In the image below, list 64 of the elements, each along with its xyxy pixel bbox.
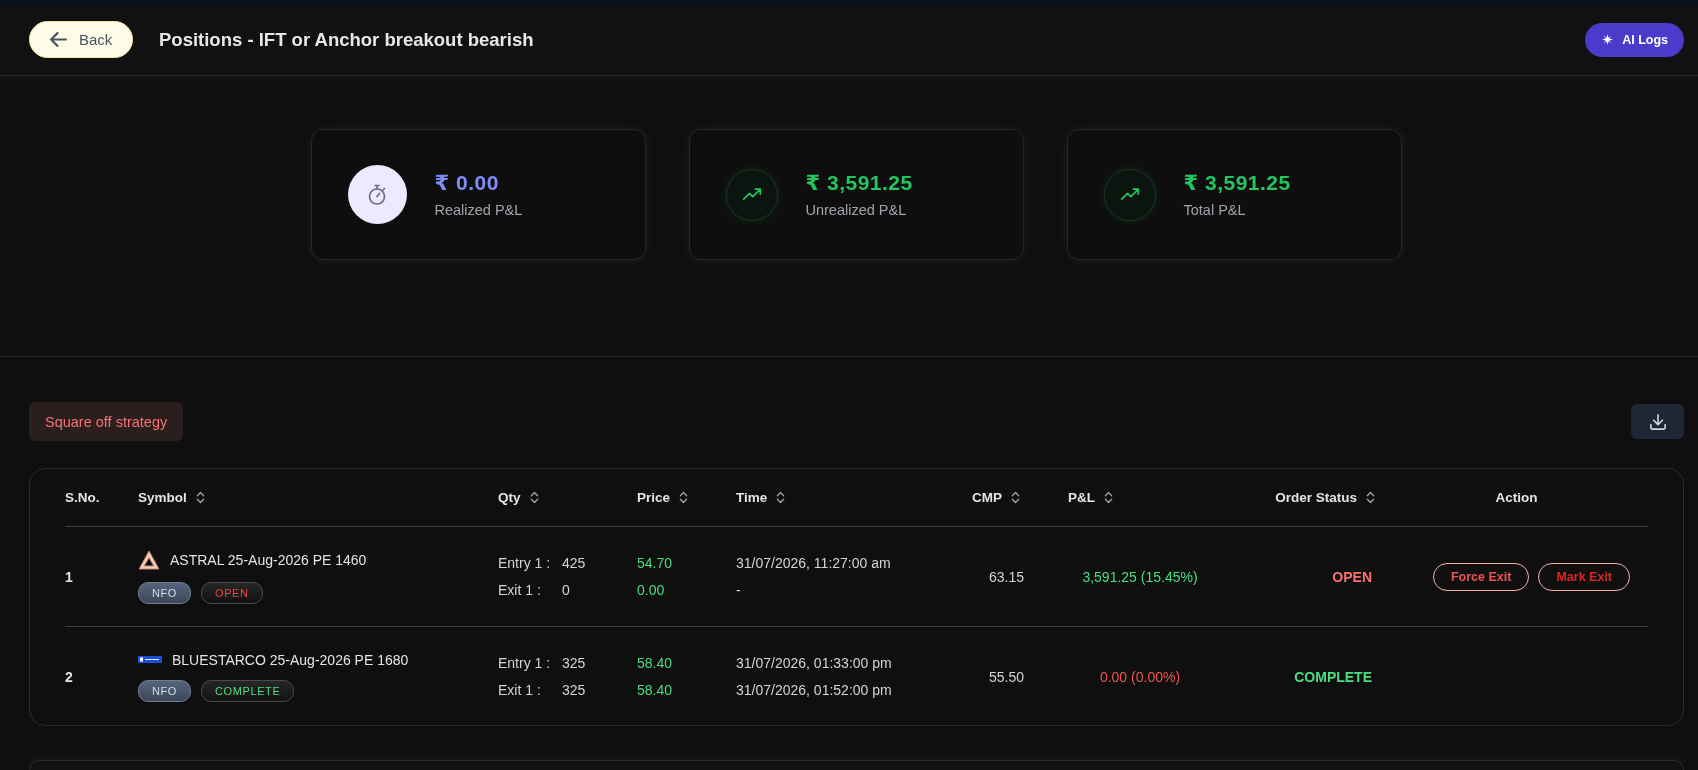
column-header[interactable]: Time bbox=[736, 490, 786, 505]
arrow-left-icon bbox=[50, 32, 67, 47]
square-off-button[interactable]: Square off strategy bbox=[29, 402, 184, 441]
column-header[interactable]: Price bbox=[637, 490, 689, 505]
time-value: 31/07/2026, 11:27:00 am bbox=[736, 554, 891, 573]
page-title: Positions - IFT or Anchor breakout bearish bbox=[159, 28, 534, 51]
symbol-name: BLUESTARCO 25-Aug-2026 PE 1680 bbox=[172, 651, 409, 668]
row-number: 1 bbox=[65, 568, 73, 585]
leg-label: Exit 1 : bbox=[498, 582, 542, 598]
price-value: 58.40 bbox=[637, 681, 673, 700]
leg-label: Entry 1 : bbox=[498, 655, 552, 671]
sort-icon bbox=[1366, 491, 1375, 504]
pnl-value: 3,591.25 (15.45%) bbox=[1082, 568, 1198, 585]
quantity-value: 325 bbox=[562, 682, 586, 698]
column-header: Action bbox=[1495, 490, 1538, 505]
cmp-value: 63.15 bbox=[988, 568, 1024, 585]
order-status: COMPLETE bbox=[1294, 668, 1372, 685]
time-value: 31/07/2026, 01:52:00 pm bbox=[736, 681, 892, 700]
sort-icon bbox=[529, 491, 539, 504]
card-label: Unrealized P&L bbox=[805, 202, 907, 218]
logo-icon bbox=[138, 656, 162, 663]
card-label: Realized P&L bbox=[434, 202, 523, 218]
status-badge: COMPLETE bbox=[201, 679, 295, 702]
column-header[interactable]: Symbol bbox=[138, 490, 205, 505]
column-header: S.No. bbox=[65, 490, 100, 505]
ai-logs-button[interactable]: AI Logs bbox=[1585, 22, 1684, 57]
exchange-badge: NFO bbox=[138, 581, 192, 604]
card-label: Total P&L bbox=[1183, 202, 1246, 218]
column-header[interactable]: CMP bbox=[972, 490, 1020, 505]
time-value: 31/07/2026, 01:33:00 pm bbox=[736, 654, 892, 673]
time-value: - bbox=[736, 581, 741, 600]
leg-label: Exit 1 : bbox=[498, 682, 542, 698]
download-button[interactable] bbox=[1631, 404, 1684, 439]
sparkle-icon bbox=[1602, 34, 1614, 45]
row-number: 2 bbox=[65, 668, 73, 685]
order-status: OPEN bbox=[1332, 568, 1372, 585]
quantity-value: 0 bbox=[562, 582, 570, 598]
pnl-amount: ₹ 3,591.25 bbox=[805, 171, 913, 195]
back-button[interactable]: Back bbox=[29, 21, 133, 58]
pnl-amount: ₹ 3,591.25 bbox=[1183, 171, 1291, 195]
column-header[interactable]: Order Status bbox=[1275, 490, 1375, 505]
sort-icon bbox=[776, 491, 786, 504]
cmp-value: 55.50 bbox=[988, 668, 1024, 685]
trend-up-icon bbox=[1103, 168, 1156, 221]
leg-label: Entry 1 : bbox=[498, 555, 552, 571]
column-header[interactable]: P&L bbox=[1068, 490, 1113, 505]
sort-icon bbox=[1104, 491, 1113, 504]
sort-icon bbox=[1011, 491, 1020, 504]
price-value: 54.70 bbox=[637, 554, 673, 573]
price-value: 58.40 bbox=[637, 654, 673, 673]
status-badge: OPEN bbox=[201, 581, 263, 604]
pnl-amount: ₹ 0.00 bbox=[434, 171, 499, 195]
column-header[interactable]: Qty bbox=[498, 490, 539, 505]
sort-icon bbox=[195, 491, 205, 504]
quantity-value: 425 bbox=[562, 555, 586, 571]
exchange-badge: NFO bbox=[138, 679, 192, 702]
triangle-logo-icon bbox=[138, 549, 160, 570]
trend-up-icon bbox=[725, 168, 778, 221]
sort-icon bbox=[679, 491, 689, 504]
symbol-name: ASTRAL 25-Aug-2026 PE 1460 bbox=[170, 551, 367, 568]
price-value: 0.00 bbox=[637, 581, 665, 600]
download-icon bbox=[1649, 413, 1666, 430]
quantity-value: 325 bbox=[562, 655, 586, 671]
pnl-value: 0.00 (0.00%) bbox=[1099, 668, 1181, 685]
